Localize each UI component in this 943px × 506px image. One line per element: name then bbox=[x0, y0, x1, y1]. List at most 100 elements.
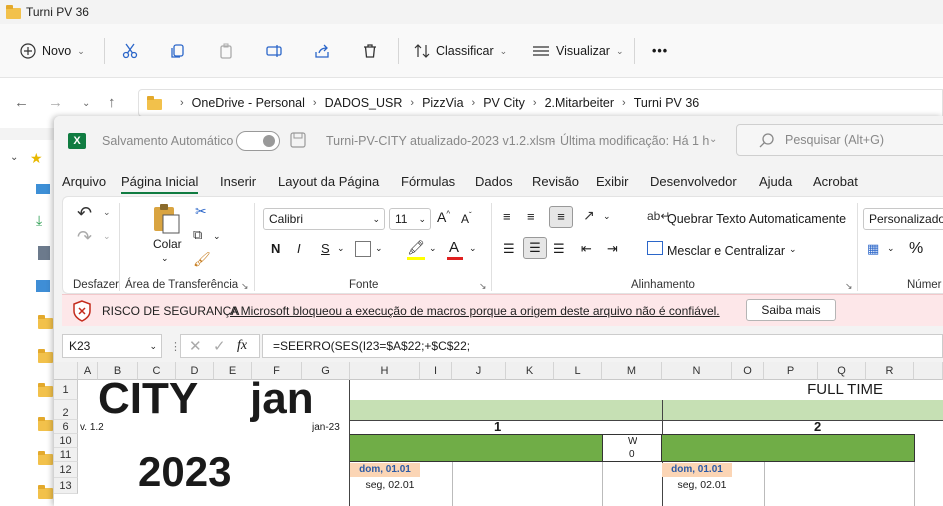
align-center-icon[interactable]: ☰ bbox=[523, 237, 547, 259]
row-header[interactable]: 12 bbox=[54, 462, 78, 478]
paste-button[interactable] bbox=[218, 39, 240, 63]
underline-button[interactable]: S bbox=[321, 241, 330, 256]
clipboard-launcher-icon[interactable]: ↘ bbox=[241, 281, 249, 292]
share-button[interactable] bbox=[314, 39, 336, 63]
format-painter-icon[interactable]: 🖌 bbox=[193, 251, 211, 268]
tab-arquivo[interactable]: Arquivo bbox=[62, 174, 106, 189]
column-header[interactable] bbox=[914, 362, 943, 380]
breadcrumb-mitarbeiter[interactable]: 2.Mitarbeiter bbox=[545, 96, 614, 110]
column-header[interactable]: Q bbox=[818, 362, 866, 380]
row-header[interactable]: 1 bbox=[54, 380, 78, 400]
year-cell[interactable]: 2023 bbox=[138, 448, 231, 496]
percent-icon[interactable]: % bbox=[909, 240, 923, 258]
tab-ajuda[interactable]: Ajuda bbox=[759, 174, 792, 189]
tab-layout[interactable]: Layout da Página bbox=[278, 174, 379, 189]
tab-revisao[interactable]: Revisão bbox=[532, 174, 579, 189]
learn-more-button[interactable]: Saiba mais bbox=[746, 299, 836, 321]
column-header[interactable]: J bbox=[452, 362, 506, 380]
version-cell[interactable]: v. 1.2 bbox=[80, 422, 104, 433]
breadcrumb-dados[interactable]: DADOS_USR bbox=[325, 96, 403, 110]
decrease-indent-icon[interactable]: ⇤ bbox=[581, 241, 592, 257]
tab-inserir[interactable]: Inserir bbox=[220, 174, 256, 189]
row-header[interactable]: 10 bbox=[54, 434, 78, 448]
title-chevron-icon[interactable]: ⌄ bbox=[709, 134, 717, 145]
rename-button[interactable] bbox=[266, 39, 290, 63]
borders-chevron-icon[interactable]: ⌄ bbox=[375, 243, 383, 254]
w-value-cell[interactable]: 0 bbox=[629, 449, 635, 460]
paste-button[interactable]: Colar bbox=[153, 237, 182, 251]
borders-icon[interactable] bbox=[355, 241, 371, 257]
row-header[interactable]: 6 bbox=[54, 420, 78, 434]
address-bar[interactable]: › OneDrive - Personal › DADOS_USR › PizzVi… bbox=[138, 89, 943, 117]
align-right-icon[interactable]: ☰ bbox=[553, 241, 565, 257]
column-header[interactable]: I bbox=[420, 362, 452, 380]
monthyear-cell[interactable]: jan-23 bbox=[312, 422, 340, 433]
font-name-dropdown[interactable]: Calibri ⌄ bbox=[263, 208, 385, 230]
tab-pagina-inicial[interactable]: Página Inicial bbox=[121, 174, 199, 194]
breadcrumb-turni[interactable]: Turni PV 36 bbox=[634, 96, 700, 110]
column-header[interactable]: H bbox=[350, 362, 420, 380]
breadcrumb-pizzvia[interactable]: PizzVia bbox=[422, 96, 463, 110]
increase-indent-icon[interactable]: ⇥ bbox=[607, 241, 618, 257]
tab-desenvolvedor[interactable]: Desenvolvedor bbox=[650, 174, 737, 189]
column-header[interactable]: O bbox=[732, 362, 764, 380]
day-cell[interactable]: dom, 01.01 bbox=[350, 463, 420, 477]
column-header[interactable]: L bbox=[554, 362, 602, 380]
sort-button[interactable]: Classificar ⌄ bbox=[414, 39, 507, 63]
column-header[interactable]: P bbox=[764, 362, 818, 380]
spreadsheet-grid[interactable]: A B C D E F G H I J K L M N O P Q R 1 2 … bbox=[54, 362, 943, 506]
security-message[interactable]: A Microsoft bloqueou a execução de macro… bbox=[230, 304, 720, 318]
redo-icon[interactable]: ↷ bbox=[77, 227, 92, 248]
day-cell[interactable]: dom, 01.01 bbox=[662, 463, 732, 477]
cut-button[interactable] bbox=[122, 39, 144, 63]
tab-exibir[interactable]: Exibir bbox=[596, 174, 629, 189]
align-left-icon[interactable]: ☰ bbox=[503, 241, 515, 257]
decrease-font-icon[interactable]: Aˇ bbox=[461, 211, 472, 226]
font-color-chevron-icon[interactable]: ⌄ bbox=[469, 243, 477, 254]
number-format-dropdown[interactable]: Personalizado bbox=[863, 208, 943, 230]
forward-arrow-icon[interactable]: → bbox=[48, 94, 63, 111]
breadcrumb-onedrive[interactable]: OneDrive - Personal bbox=[192, 96, 305, 110]
bold-button[interactable]: N bbox=[271, 241, 280, 256]
select-all-corner[interactable] bbox=[54, 362, 78, 380]
increase-font-icon[interactable]: A^ bbox=[437, 209, 450, 225]
city-cell[interactable]: CITY bbox=[98, 374, 198, 424]
underline-chevron-icon[interactable]: ⌄ bbox=[337, 243, 345, 254]
orientation-icon[interactable]: ↗ bbox=[583, 207, 595, 224]
view-button[interactable]: Visualizar ⌄ bbox=[532, 39, 624, 63]
cancel-icon[interactable]: ✕ bbox=[189, 337, 202, 355]
month-cell[interactable]: jan bbox=[250, 374, 314, 424]
font-size-dropdown[interactable]: 11 ⌄ bbox=[389, 208, 431, 230]
copy-chevron-icon[interactable]: ⌄ bbox=[213, 231, 221, 242]
new-button[interactable]: Novo ⌄ bbox=[20, 39, 85, 63]
redo-chevron-icon[interactable]: ⌄ bbox=[103, 231, 111, 242]
check-icon[interactable]: ✓ bbox=[213, 337, 226, 355]
column-header[interactable]: M bbox=[602, 362, 662, 380]
column-header[interactable]: E bbox=[214, 362, 252, 380]
merge-center-button[interactable]: Mesclar e Centralizar bbox=[667, 244, 785, 258]
row-header[interactable]: 13 bbox=[54, 478, 78, 494]
fill-color-icon[interactable]: 🖍 bbox=[407, 239, 425, 256]
column-header[interactable]: N bbox=[662, 362, 732, 380]
insert-function-button[interactable]: fx bbox=[237, 338, 247, 354]
expand-chevron-icon[interactable]: ⌄ bbox=[10, 152, 18, 163]
row-header[interactable]: 11 bbox=[54, 448, 78, 462]
delete-button[interactable] bbox=[362, 39, 384, 63]
w-label-cell[interactable]: W bbox=[628, 436, 637, 447]
alignment-launcher-icon[interactable]: ↘ bbox=[845, 281, 853, 292]
undo-chevron-icon[interactable]: ⌄ bbox=[103, 207, 111, 218]
paste-chevron-icon[interactable]: ⌄ bbox=[161, 253, 169, 264]
recent-chevron-icon[interactable]: ⌄ bbox=[82, 98, 90, 109]
week-1-cell[interactable]: 1 bbox=[494, 420, 501, 434]
row-header[interactable]: 2 bbox=[54, 400, 78, 420]
undo-icon[interactable]: ↶ bbox=[77, 203, 92, 224]
wrap-text-button[interactable]: Quebrar Texto Automaticamente bbox=[667, 212, 846, 226]
cut-icon[interactable]: ✂ bbox=[195, 203, 207, 220]
day-cell[interactable]: seg, 02.01 bbox=[662, 479, 742, 491]
column-header[interactable]: A bbox=[78, 362, 98, 380]
column-header[interactable]: K bbox=[506, 362, 554, 380]
up-arrow-icon[interactable]: ↑ bbox=[108, 94, 116, 111]
fulltime-cell[interactable]: FULL TIME bbox=[350, 380, 943, 400]
tab-dados[interactable]: Dados bbox=[475, 174, 513, 189]
orientation-chevron-icon[interactable]: ⌄ bbox=[603, 211, 611, 222]
